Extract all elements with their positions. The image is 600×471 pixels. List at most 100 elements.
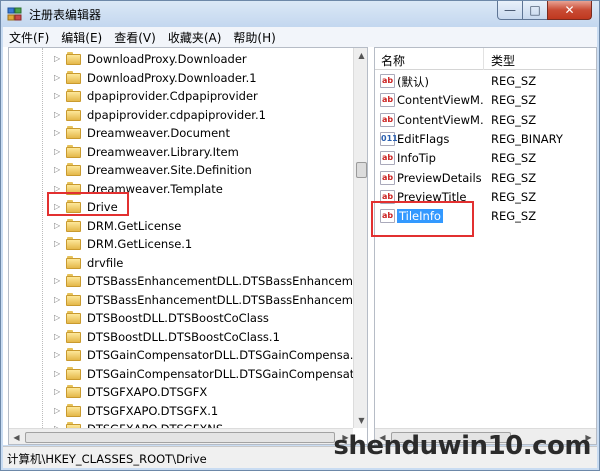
tree-item-label: DRM.GetLicense.1 — [87, 237, 193, 251]
tree-item-label: DownloadProxy.Downloader — [87, 52, 247, 66]
expand-arrow-icon[interactable]: ▷ — [54, 54, 60, 63]
folder-icon — [66, 255, 82, 270]
folder-icon — [66, 70, 82, 85]
menu-edit[interactable]: 编辑(E) — [61, 29, 102, 46]
scroll-up-arrow-icon[interactable]: ▲ — [354, 48, 367, 63]
value-type: REG_BINARY — [491, 131, 563, 146]
expand-arrow-icon[interactable]: ▷ — [54, 165, 60, 174]
folder-icon — [66, 292, 82, 307]
value-row[interactable]: ab PreviewDetails REG_SZ — [375, 169, 596, 188]
tree-item[interactable]: ▷ dpapiprovider.cdpapiprovider.1 — [9, 106, 349, 124]
tree-item[interactable]: ▷ DTSGFXAPO.DTSGFX.1 — [9, 402, 349, 420]
maximize-icon: □ — [529, 3, 541, 17]
close-icon: ✕ — [564, 3, 575, 17]
expand-arrow-icon[interactable]: ▷ — [54, 147, 60, 156]
folder-icon — [66, 126, 82, 140]
column-header-type[interactable]: 类型 — [491, 52, 515, 69]
string-value-icon: ab — [380, 93, 395, 108]
expand-arrow-icon[interactable]: ▷ — [54, 387, 60, 396]
main-content: ▷ DownloadProxy.Downloader ▷ DownloadProxy.… — [3, 47, 597, 445]
string-value-icon: ab — [380, 170, 395, 185]
tree-item-label: dpapiprovider.cdpapiprovider.1 — [87, 107, 266, 122]
drive-highlight-box — [47, 192, 129, 216]
tree-item-label: Dreamweaver.Document — [87, 126, 230, 140]
tree-vertical-scrollbar[interactable]: ▲ ▼ — [353, 48, 367, 428]
close-button[interactable]: ✕ — [547, 1, 592, 20]
tree-item-label: Dreamweaver.Site.Definition — [87, 163, 252, 177]
tileinfo-highlight-box — [371, 201, 474, 237]
menu-favorites[interactable]: 收藏夹(A) — [168, 29, 222, 46]
regedit-icon — [7, 7, 22, 21]
tree-item-label: DTSBassEnhancementDLL.DTSBassEnhancemen — [87, 292, 368, 307]
tree-item[interactable]: ▷ dpapiprovider.Cdpapiprovider — [9, 87, 349, 105]
tree-item[interactable]: drvfile — [9, 254, 349, 272]
tree-vscroll-thumb[interactable] — [356, 162, 367, 178]
expand-arrow-icon[interactable]: ▷ — [54, 276, 60, 285]
tree-item[interactable]: ▷ Dreamweaver.Library.Item — [9, 143, 349, 161]
menu-file[interactable]: 文件(F) — [9, 29, 49, 46]
menu-help[interactable]: 帮助(H) — [233, 29, 275, 46]
tree-horizontal-scrollbar[interactable]: ◀ ▶ — [9, 428, 353, 444]
tree-hscroll-thumb[interactable] — [25, 432, 335, 443]
expand-arrow-icon[interactable]: ▷ — [54, 73, 60, 82]
window-title: 注册表编辑器 — [29, 8, 102, 22]
folder-icon — [66, 329, 82, 344]
minimize-button[interactable]: — — [497, 1, 523, 20]
string-value-icon: ab — [380, 151, 395, 166]
value-name: PreviewDetails — [397, 170, 482, 185]
tree-item-label: Dreamweaver.Library.Item — [87, 144, 239, 159]
scroll-down-arrow-icon[interactable]: ▼ — [354, 413, 367, 428]
value-type: REG_SZ — [491, 74, 537, 88]
folder-icon — [66, 89, 82, 103]
value-type: REG_SZ — [491, 170, 537, 185]
tree-item[interactable]: ▷ DTSGFXAPO.DTSGFX — [9, 383, 349, 401]
value-row[interactable]: ab (默认) REG_SZ — [375, 72, 596, 91]
tree-item[interactable]: ▷ Dreamweaver.Document — [9, 124, 349, 142]
tree-item[interactable]: ▷ DRM.GetLicense — [9, 217, 349, 235]
registry-editor-window: 注册表编辑器 — □ ✕ 文件(F) 编辑(E) 查看(V) 收藏夹(A) 帮助… — [0, 0, 600, 471]
expand-arrow-icon[interactable]: ▷ — [54, 128, 60, 137]
tree-item[interactable]: ▷ Dreamweaver.Site.Definition — [9, 161, 349, 179]
tree-item[interactable]: ▷ DownloadProxy.Downloader.1 — [9, 69, 349, 87]
column-separator[interactable] — [483, 48, 484, 70]
tree-item[interactable]: ▷ DRM.GetLicense.1 — [9, 235, 349, 253]
maximize-button[interactable]: □ — [522, 1, 548, 20]
folder-icon — [66, 311, 82, 325]
scroll-left-arrow-icon[interactable]: ◀ — [9, 429, 24, 444]
expand-arrow-icon[interactable]: ▷ — [54, 369, 60, 378]
folder-icon — [66, 348, 82, 362]
registry-tree[interactable]: ▷ DownloadProxy.Downloader ▷ DownloadProxy.… — [8, 47, 368, 445]
tree-item[interactable]: ▷ DTSGainCompensatorDLL.DTSGainCompensato — [9, 365, 361, 383]
value-name: InfoTip — [397, 151, 436, 166]
expand-arrow-icon[interactable]: ▷ — [54, 313, 60, 322]
value-row[interactable]: ab InfoTip REG_SZ — [375, 149, 596, 168]
folder-icon — [66, 144, 82, 159]
status-path: 计算机\HKEY_CLASSES_ROOT\Drive — [7, 452, 207, 466]
expand-arrow-icon[interactable]: ▷ — [54, 239, 60, 248]
expand-arrow-icon[interactable]: ▷ — [54, 110, 60, 119]
tree-item[interactable]: ▷ DownloadProxy.Downloader — [9, 50, 349, 68]
value-type: REG_SZ — [491, 209, 537, 224]
expand-arrow-icon[interactable]: ▷ — [54, 332, 60, 341]
expand-arrow-icon[interactable]: ▷ — [54, 406, 60, 415]
expand-arrow-icon[interactable]: ▷ — [54, 91, 60, 100]
tree-item[interactable]: ▷ DTSGainCompensatorDLL.DTSGainCompensa.1 — [9, 346, 361, 364]
tree-item[interactable]: ▷ DTSBassEnhancementDLL.DTSBassEnhancem.1 — [9, 272, 364, 290]
tree-item-label: DTSBassEnhancementDLL.DTSBassEnhancem.1 — [87, 274, 364, 288]
value-row[interactable]: 011 EditFlags REG_BINARY — [375, 130, 596, 149]
value-row[interactable]: ab ContentViewM... REG_SZ — [375, 111, 596, 130]
expand-arrow-icon[interactable]: ▷ — [54, 221, 60, 230]
value-row[interactable]: ab ContentViewM... REG_SZ — [375, 91, 596, 110]
values-pane[interactable]: 名称 类型 ab (默认) REG_SZ ab ContentViewM... REG_S… — [374, 47, 597, 445]
tree-item-label: DTSGFXAPO.DTSGFX.1 — [87, 403, 219, 418]
title-bar[interactable]: 注册表编辑器 — □ ✕ — [1, 1, 599, 27]
values-header: 名称 类型 — [375, 48, 596, 70]
expand-arrow-icon[interactable]: ▷ — [54, 350, 60, 359]
tree-item[interactable]: ▷ DTSBoostDLL.DTSBoostCoClass.1 — [9, 328, 349, 346]
column-header-name[interactable]: 名称 — [381, 52, 405, 69]
tree-item[interactable]: ▷ DTSBoostDLL.DTSBoostCoClass — [9, 309, 349, 327]
tree-item[interactable]: ▷ DTSBassEnhancementDLL.DTSBassEnhancemen — [9, 291, 367, 309]
menu-view[interactable]: 查看(V) — [114, 29, 156, 46]
expand-arrow-icon[interactable]: ▷ — [54, 295, 60, 304]
tree-item-label: DTSGFXAPO.DTSGFX — [87, 385, 208, 399]
